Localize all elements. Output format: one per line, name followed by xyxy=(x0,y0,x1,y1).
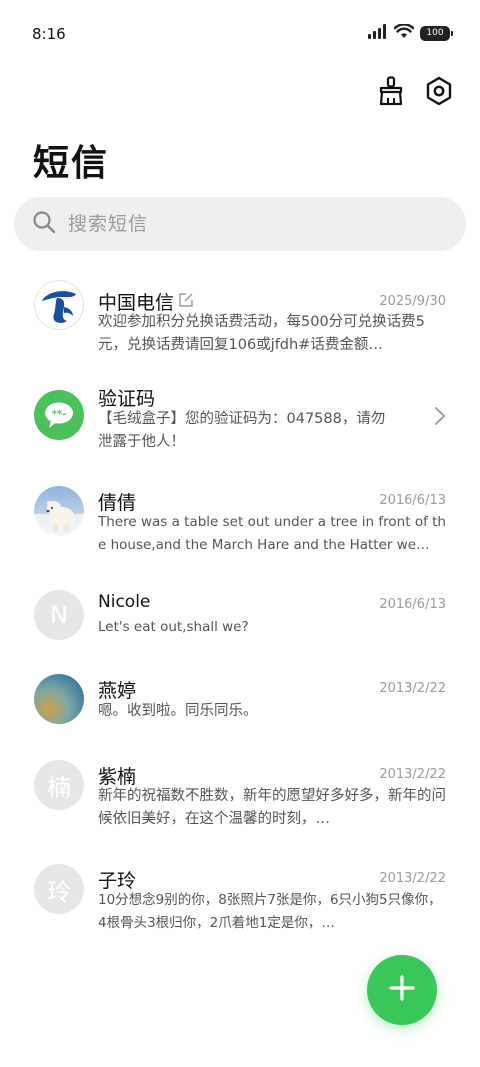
conversation-item[interactable]: 倩倩 2016/6/13 There was a table set out u… xyxy=(0,476,480,568)
conversation-item[interactable]: 燕婷 2013/2/22 嗯。收到啦。同乐同乐。 xyxy=(0,664,480,734)
conversation-preview: 【毛绒盒子】您的验证码为：047588，请勿泄露于他人！ xyxy=(98,411,386,450)
settings-button[interactable] xyxy=(424,76,454,110)
status-bar: 8:16 100 xyxy=(0,0,480,68)
verification-message-icon: **- xyxy=(34,390,84,440)
conversation-date: 2016/6/13 xyxy=(379,493,446,508)
conversation-preview: 10分想念9别的你，8张照片7张是你，6只小狗5只像你，4根骨头3根归你，2爪着… xyxy=(98,892,442,931)
signal-icon xyxy=(368,24,388,43)
avatar: 楠 xyxy=(34,760,84,810)
avatar: N xyxy=(34,590,84,640)
wifi-icon xyxy=(393,23,415,43)
polar-bear-photo xyxy=(34,486,84,536)
search-bar[interactable] xyxy=(14,197,466,251)
status-time: 8:16 xyxy=(32,25,66,43)
conversation-name: Nicole xyxy=(98,592,151,612)
new-message-button[interactable] xyxy=(367,955,437,1025)
conversation-date: 2025/9/30 xyxy=(379,294,446,309)
conversation-name: 验证码 xyxy=(98,388,156,410)
chevron-right-icon xyxy=(434,406,446,430)
avatar: 玲 xyxy=(34,864,84,914)
conversation-item[interactable]: 楠 紫楠 2013/2/22 新年的祝福数不胜数，新年的愿望好多好多，新年的问候… xyxy=(0,750,480,840)
conversation-preview: 嗯。收到啦。同乐同乐。 xyxy=(98,703,258,719)
conversation-date: 2013/2/22 xyxy=(379,871,446,886)
conversation-preview: 新年的祝福数不胜数，新年的愿望好多好多，新年的问候依旧美好，在这个温馨的时刻，… xyxy=(98,788,446,827)
svg-text:**-: **- xyxy=(52,409,67,420)
conversation-preview: There was a table set out under a tree i… xyxy=(98,514,446,553)
landscape-photo xyxy=(34,674,84,724)
clean-brush-icon xyxy=(378,76,404,110)
conversation-preview: Let's eat out,shall we? xyxy=(98,619,249,635)
status-icons: 100 xyxy=(368,23,453,43)
conversation-item[interactable]: **- 验证码 【毛绒盒子】您的验证码为：047588，请勿泄露于他人！ xyxy=(0,376,480,466)
conversation-date: 2013/2/22 xyxy=(379,767,446,782)
china-telecom-logo xyxy=(34,280,84,330)
plus-icon xyxy=(388,974,416,1006)
conversation-item[interactable]: 中国电信 2025/9/30 欢迎参加积分兑换话费活动，每500分可兑换话费5元… xyxy=(0,270,480,370)
conversation-item[interactable]: 玲 子玲 2013/2/22 10分想念9别的你，8张照片7张是你，6只小狗5只… xyxy=(0,854,480,944)
clean-brush-button[interactable] xyxy=(376,76,406,110)
conversation-date: 2013/2/22 xyxy=(379,681,446,696)
search-input[interactable] xyxy=(68,213,428,235)
conversation-item[interactable]: N Nicole 2016/6/13 Let's eat out,shall w… xyxy=(0,580,480,650)
settings-gear-icon xyxy=(425,76,453,110)
conversation-date: 2016/6/13 xyxy=(379,597,446,612)
search-icon xyxy=(32,210,56,238)
conversation-name: 燕婷 xyxy=(98,680,137,702)
header-actions xyxy=(376,76,454,110)
battery-icon: 100 xyxy=(420,26,453,41)
draft-edit-icon xyxy=(178,291,194,313)
conversation-preview: 欢迎参加积分兑换话费活动，每500分可兑换话费5元，兑换话费请回复106或jfd… xyxy=(98,314,425,353)
page-title: 短信 xyxy=(33,143,110,184)
